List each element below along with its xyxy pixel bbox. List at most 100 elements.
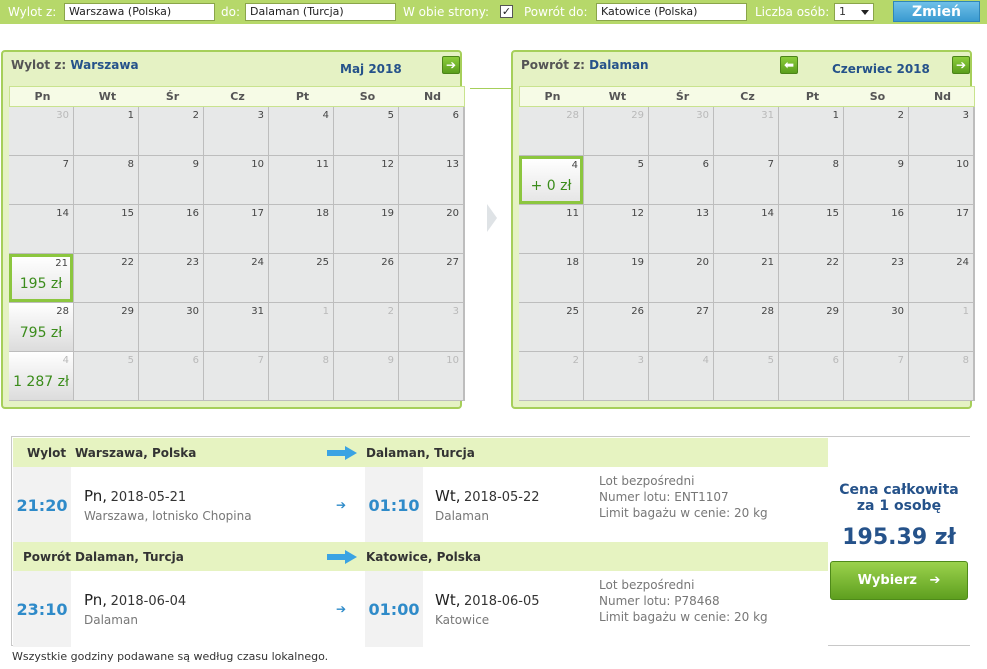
day-number: 3 (452, 306, 459, 317)
outbound-direct: Lot bezpośredni (599, 474, 695, 488)
outbound-dep-time: 21:20 (16, 496, 68, 515)
from-input[interactable]: Warszawa (Polska) (64, 3, 215, 21)
day-number: 21 (761, 257, 774, 268)
day-number: 8 (962, 355, 969, 366)
to-input[interactable]: Dalaman (Turcja) (245, 3, 396, 21)
outbound-day-cell[interactable]: 21 195 zł (9, 254, 73, 302)
outbound-day-cell: 29 (74, 303, 138, 351)
price-title-line2: za 1 osobę (856, 498, 942, 514)
outbound-day-cell: 6 (399, 107, 463, 155)
day-number: 6 (192, 355, 199, 366)
day-number: 1 (962, 306, 969, 317)
return-month-label: Czerwiec 2018 (832, 62, 930, 76)
weekday-label: Nd (423, 90, 442, 103)
return-day-cell: 13 (649, 205, 713, 253)
weekday-label: Pt (805, 90, 820, 103)
return-calendar-title: Powrót z: Dalaman (521, 58, 649, 72)
persons-select[interactable]: 1 (834, 3, 874, 21)
return-day-cell: 23 (844, 254, 908, 302)
outbound-day-cell: 7 (204, 352, 268, 400)
inbound-leg: 23:10 Pn, 2018-06-04 Dalaman ➔ 01:00 Wt,… (13, 571, 828, 647)
return-day-cell: 12 (584, 205, 648, 253)
return-day-cell: 6 (649, 156, 713, 204)
inbound-baggage: Limit bagażu w cenie: 20 kg (599, 610, 768, 624)
price-box: Cena całkowita za 1 osobę 195.39 zł Wybi… (828, 437, 970, 645)
outbound-day-cell: 17 (204, 205, 268, 253)
outbound-day-cell: 24 (204, 254, 268, 302)
day-number: 10 (251, 159, 264, 170)
day-number: 29 (826, 306, 839, 317)
day-number: 6 (832, 355, 839, 366)
return-calendar-city: Dalaman (589, 58, 649, 72)
outbound-day-cell: 3 (204, 107, 268, 155)
day-number: 30 (891, 306, 904, 317)
outbound-flight-number: Numer lotu: ENT1107 (599, 490, 729, 504)
arrow-right-icon (327, 446, 357, 460)
outbound-arr-date: 2018-05-22 (463, 490, 540, 505)
day-number: 11 (316, 159, 329, 170)
inbound-arr-place: Katowice (435, 613, 490, 627)
day-number: 24 (956, 257, 969, 268)
outbound-label: Wylot (27, 446, 67, 460)
return-weekday-header: Pn Wt Śr Cz Pt So Nd (519, 86, 975, 107)
return-day-cell: 28 (519, 107, 583, 155)
inbound-arr-weekday: Wt, (435, 591, 461, 609)
outbound-day-cell: 1 (269, 303, 333, 351)
day-number: 20 (696, 257, 709, 268)
arrow-right-icon[interactable]: ➔ (952, 56, 970, 74)
outbound-day-cell: 13 (399, 156, 463, 204)
day-number: 18 (316, 208, 329, 219)
return-calendar: Powrót z: Dalaman ⬅ Czerwiec 2018 ➔ Pn Wt… (511, 50, 975, 409)
return-day-cell: 29 (584, 107, 648, 155)
day-number: 7 (897, 355, 904, 366)
arrow-left-icon[interactable]: ⬅ (780, 56, 798, 74)
change-search-button[interactable]: Zmień (893, 1, 980, 22)
return-day-cell: 30 (844, 303, 908, 351)
return-day-cell[interactable]: 4 + 0 zł (519, 156, 583, 204)
arrow-right-icon[interactable]: ➔ (442, 56, 460, 74)
search-bar: Wylot z: Warszawa (Polska) do: Dalaman (… (0, 0, 987, 24)
outbound-day-cell[interactable]: 28 795 zł (9, 303, 73, 351)
day-number: 4 (322, 110, 329, 121)
return-day-cell: 17 (909, 205, 973, 253)
return-day-cell: 5 (714, 352, 778, 400)
inbound-dep-weekday: Pn, (84, 591, 108, 609)
return-day-cell: 18 (519, 254, 583, 302)
select-button[interactable]: Wybierz ➔ (830, 561, 968, 600)
total-price: 195.39 zł (842, 525, 956, 550)
outbound-route-band: Wylot Warszawa, Polska Dalaman, Turcja (13, 438, 828, 467)
day-number: 22 (826, 257, 839, 268)
outbound-dep-weekday: Pn, (84, 487, 108, 505)
return-day-cell: 25 (519, 303, 583, 351)
day-number: 1 (832, 110, 839, 121)
inbound-dep-place: Dalaman (84, 613, 138, 627)
day-number: 13 (696, 208, 709, 219)
day-number: 16 (891, 208, 904, 219)
day-number: 29 (121, 306, 134, 317)
return-day-cell: 28 (714, 303, 778, 351)
outbound-day-cell: 15 (74, 205, 138, 253)
day-number: 27 (446, 257, 459, 268)
outbound-arr-time: 01:10 (368, 496, 420, 515)
outbound-weekday-header: Pn Wt Śr Cz Pt So Nd (9, 86, 465, 107)
outbound-day-cell: 12 (334, 156, 398, 204)
return-input[interactable]: Katowice (Polska) (596, 3, 747, 21)
outbound-calendar-prefix: Wylot z: (11, 58, 67, 72)
outbound-leg: 21:20 Pn, 2018-05-21 Warszawa, lotnisko … (13, 467, 828, 543)
return-day-cell: 21 (714, 254, 778, 302)
day-number: 4 (62, 355, 69, 366)
outbound-day-cell[interactable]: 4 1 287 zł (9, 352, 73, 400)
weekday-label: Pn (544, 90, 561, 103)
weekday-label: Wt (608, 90, 627, 103)
weekday-label: Cz (230, 90, 245, 103)
day-number: 18 (566, 257, 579, 268)
weekday-label: Pt (295, 90, 310, 103)
return-day-cell: 4 (649, 352, 713, 400)
return-day-cell: 19 (584, 254, 648, 302)
return-day-cell: 3 (584, 352, 648, 400)
day-number: 23 (891, 257, 904, 268)
day-number: 8 (832, 159, 839, 170)
day-number: 6 (452, 110, 459, 121)
day-number: 3 (962, 110, 969, 121)
roundtrip-checkbox[interactable]: ✓ (500, 5, 513, 18)
